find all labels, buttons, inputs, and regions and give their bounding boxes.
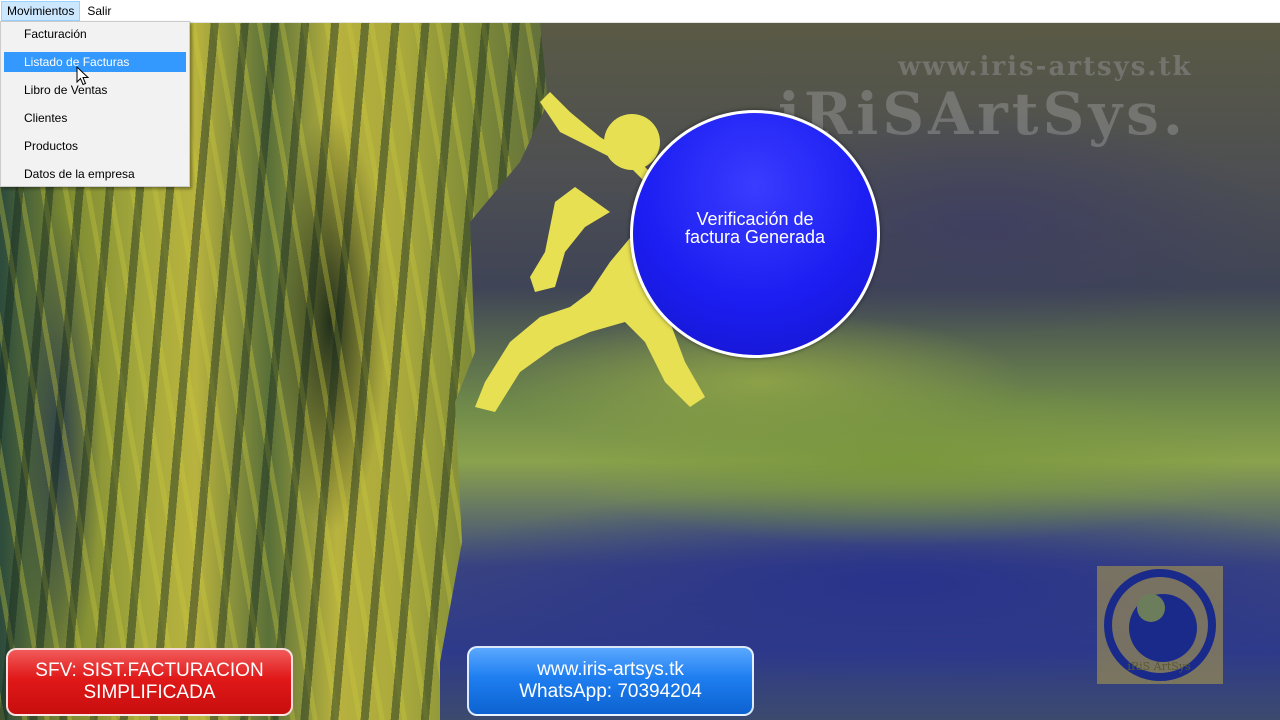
background-image: www.iris-artsys.tk iRiSArtSys. [0,22,1280,720]
iris-logo-icon: iRiS ArtSys [1104,569,1216,681]
watermark-url: www.iris-artsys.tk [898,52,1193,82]
menu-item-libro-ventas[interactable]: Libro de Ventas [4,80,186,100]
contact-badge: www.iris-artsys.tk WhatsApp: 70394204 [467,646,754,716]
menu-item-clientes[interactable]: Clientes [4,108,186,128]
menu-salir[interactable]: Salir [81,1,117,21]
callout-bubble: Verificación de factura Generada [630,110,880,358]
callout-line-2: factura Generada [684,227,826,247]
menu-item-productos[interactable]: Productos [4,136,186,156]
menu-item-listado-facturas[interactable]: Listado de Facturas [4,52,186,72]
mouse-cursor-icon [76,66,90,86]
product-badge-line-1: SFV: SIST.FACTURACION [35,660,264,681]
svg-text:iRiS ArtSys: iRiS ArtSys [1127,660,1191,673]
menu-bar: Movimientos Salir [0,0,1280,23]
menu-item-datos-empresa[interactable]: Datos de la empresa [4,164,186,184]
product-badge-line-2: SIMPLIFICADA [83,682,216,703]
menu-item-facturacion[interactable]: Facturación [4,24,186,44]
logo: iRiS ArtSys [1097,566,1223,684]
watermark-brand: iRiSArtSys. [778,80,1187,148]
contact-badge-whatsapp: WhatsApp: 70394204 [519,681,702,702]
contact-badge-url: www.iris-artsys.tk [537,659,684,680]
product-badge: SFV: SIST.FACTURACION SIMPLIFICADA [6,648,293,716]
movimientos-dropdown: Facturación Listado de Facturas Libro de… [0,21,190,187]
menu-movimientos[interactable]: Movimientos [1,1,81,21]
